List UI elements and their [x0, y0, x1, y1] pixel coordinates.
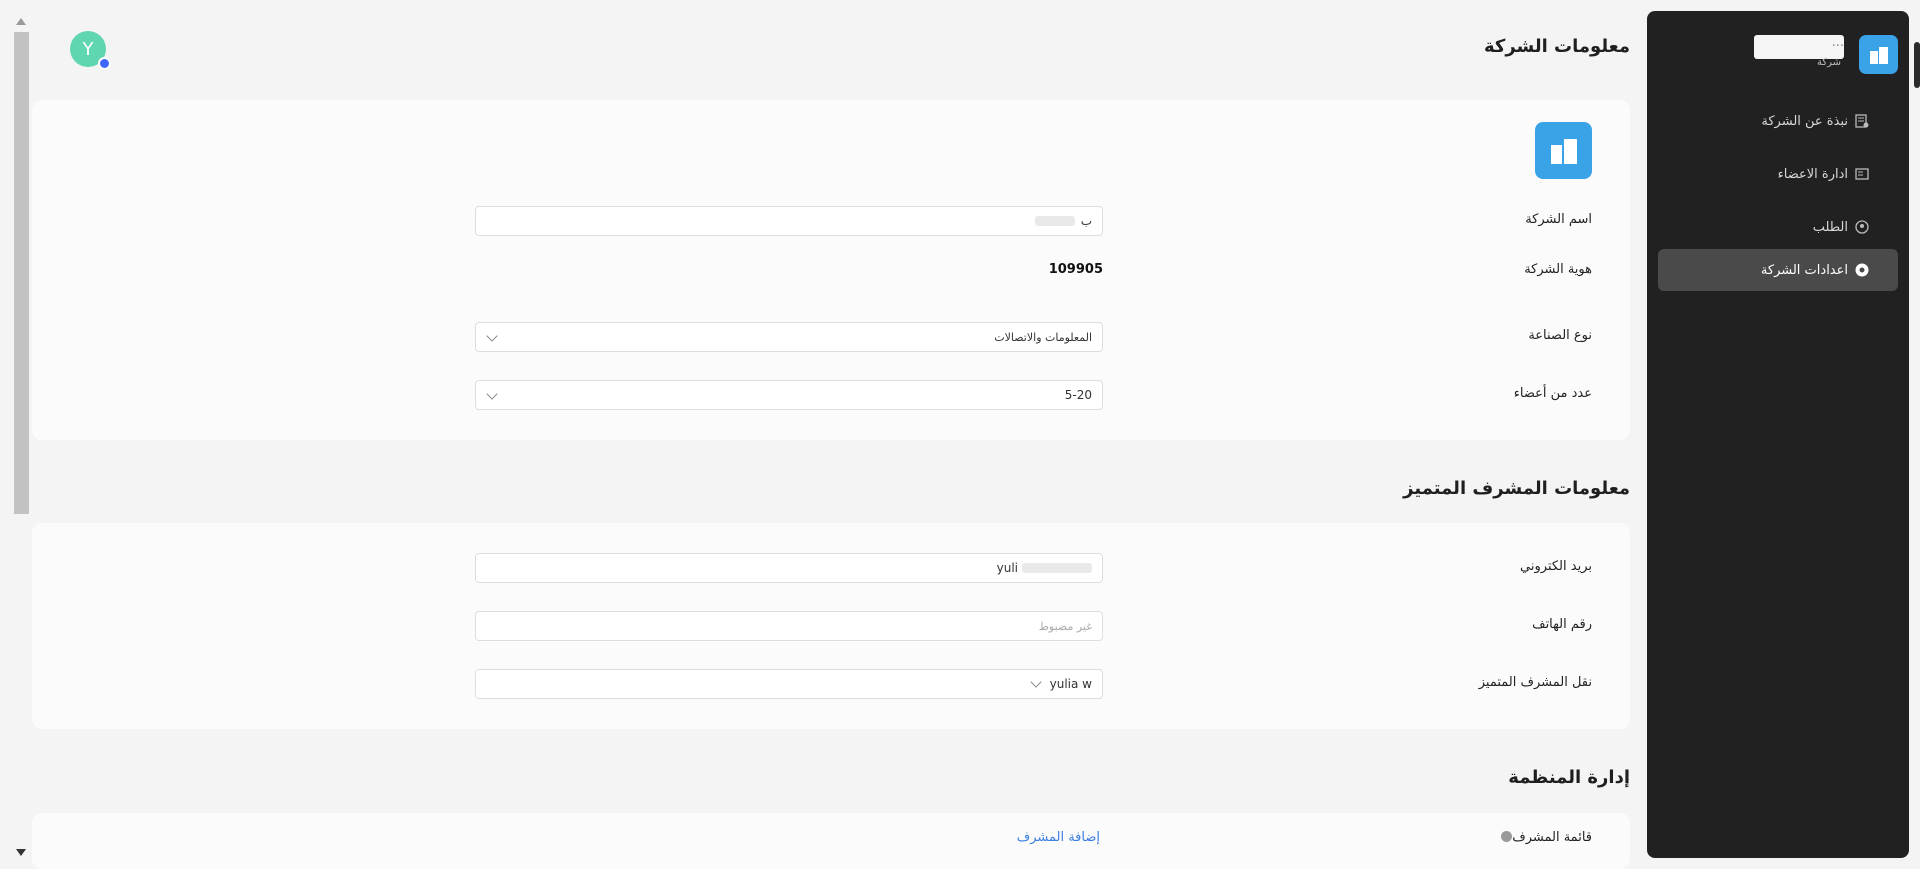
- members-count-select[interactable]: 5-20: [475, 380, 1103, 410]
- members-icon: [1854, 166, 1870, 182]
- members-count-value: 5-20: [1064, 388, 1092, 402]
- admin-info-title: معلومات المشرف المتميز: [1403, 478, 1630, 499]
- sidebar-item-label: اعدادات الشركة: [1760, 262, 1848, 278]
- admin-list-label: قائمة المشرف: [1498, 830, 1592, 845]
- members-count-label: عدد من أعضاء: [1513, 386, 1592, 401]
- company-name-value: ب: [1080, 214, 1092, 228]
- company-info-title: معلومات الشركة: [1483, 36, 1630, 57]
- company-id-label: هوية الشركة: [1524, 262, 1592, 277]
- org-management-card: قائمة المشرف إضافة المشرف: [32, 813, 1630, 869]
- gear-icon: [1854, 262, 1870, 278]
- sidebar-item-label: الطلب: [1812, 219, 1848, 235]
- redacted-mark: [1034, 216, 1075, 226]
- sidebar-company-subtitle: شركة: [1816, 57, 1841, 68]
- email-value: yuli: [996, 561, 1018, 575]
- sidebar-company-logo[interactable]: [1859, 35, 1898, 74]
- sidebar-item-members[interactable]: ادارة الاعضاء: [1658, 153, 1898, 195]
- phone-label: رقم الهاتف: [1532, 617, 1592, 632]
- add-admin-link[interactable]: إضافة المشرف: [1017, 830, 1100, 845]
- window-edge-handle[interactable]: [1914, 42, 1920, 88]
- phone-placeholder: غير مضبوط: [1038, 619, 1092, 633]
- company-id-value: 109905: [1048, 262, 1103, 277]
- scroll-up-arrow-icon[interactable]: [16, 18, 26, 25]
- email-field[interactable]: yuli: [475, 553, 1103, 583]
- chevron-down-icon: [1029, 676, 1042, 688]
- chevron-down-icon: [486, 388, 498, 400]
- company-logo[interactable]: [1535, 122, 1592, 179]
- org-management-title: إدارة المنظمة: [1508, 767, 1630, 788]
- sidebar-item-company-settings[interactable]: اعدادات الشركة: [1658, 249, 1898, 291]
- scroll-down-arrow-icon[interactable]: [16, 849, 26, 856]
- page-scrollbar[interactable]: [12, 14, 31, 858]
- info-icon[interactable]: [1501, 831, 1513, 842]
- sidebar-item-label: ادارة الاعضاء: [1777, 166, 1848, 182]
- company-info-card: اسم الشركة ب هوية الشركة 109905 نوع الصن…: [32, 100, 1630, 440]
- sidebar-company-name: ...: [1754, 35, 1844, 59]
- email-label: بريد الكتروني: [1520, 559, 1592, 574]
- phone-field[interactable]: غير مضبوط: [475, 611, 1103, 641]
- transfer-admin-label: نقل المشرف المتميز: [1478, 675, 1592, 690]
- chevron-down-icon: [486, 330, 498, 342]
- sidebar-item-about[interactable]: نبذة عن الشركة: [1658, 100, 1898, 142]
- redacted-mark: [1022, 563, 1092, 573]
- admin-info-card: بريد الكتروني yuli رقم الهاتف غير مضبوط …: [32, 523, 1630, 729]
- industry-label: نوع الصناعة: [1528, 328, 1592, 343]
- admin-list-text: قائمة المشرف: [1512, 830, 1592, 845]
- industry-value: المعلومات والاتصالات: [994, 330, 1092, 344]
- industry-select[interactable]: المعلومات والاتصالات: [475, 322, 1103, 352]
- company-info-icon: [1854, 113, 1870, 129]
- sidebar: ... شركة نبذة عن الشركة ادارة الاعضاء ال…: [1647, 11, 1909, 858]
- company-name-input[interactable]: ب: [475, 206, 1103, 236]
- sidebar-item-label: نبذة عن الشركة: [1761, 113, 1848, 129]
- main-content: معلومات الشركة اسم الشركة ب هوية الشركة …: [30, 0, 1630, 869]
- scroll-thumb[interactable]: [14, 32, 29, 514]
- app-root: Y معلومات الشركة اسم الشركة ب هوية الشرك…: [0, 0, 1920, 869]
- building-icon: [1550, 138, 1577, 164]
- sidebar-item-request[interactable]: الطلب: [1658, 206, 1898, 248]
- request-icon: [1854, 219, 1870, 235]
- transfer-admin-select[interactable]: yulia w: [475, 669, 1103, 699]
- company-name-label: اسم الشركة: [1525, 212, 1592, 227]
- building-icon: [1869, 46, 1888, 64]
- transfer-admin-value: yulia w: [1049, 677, 1092, 691]
